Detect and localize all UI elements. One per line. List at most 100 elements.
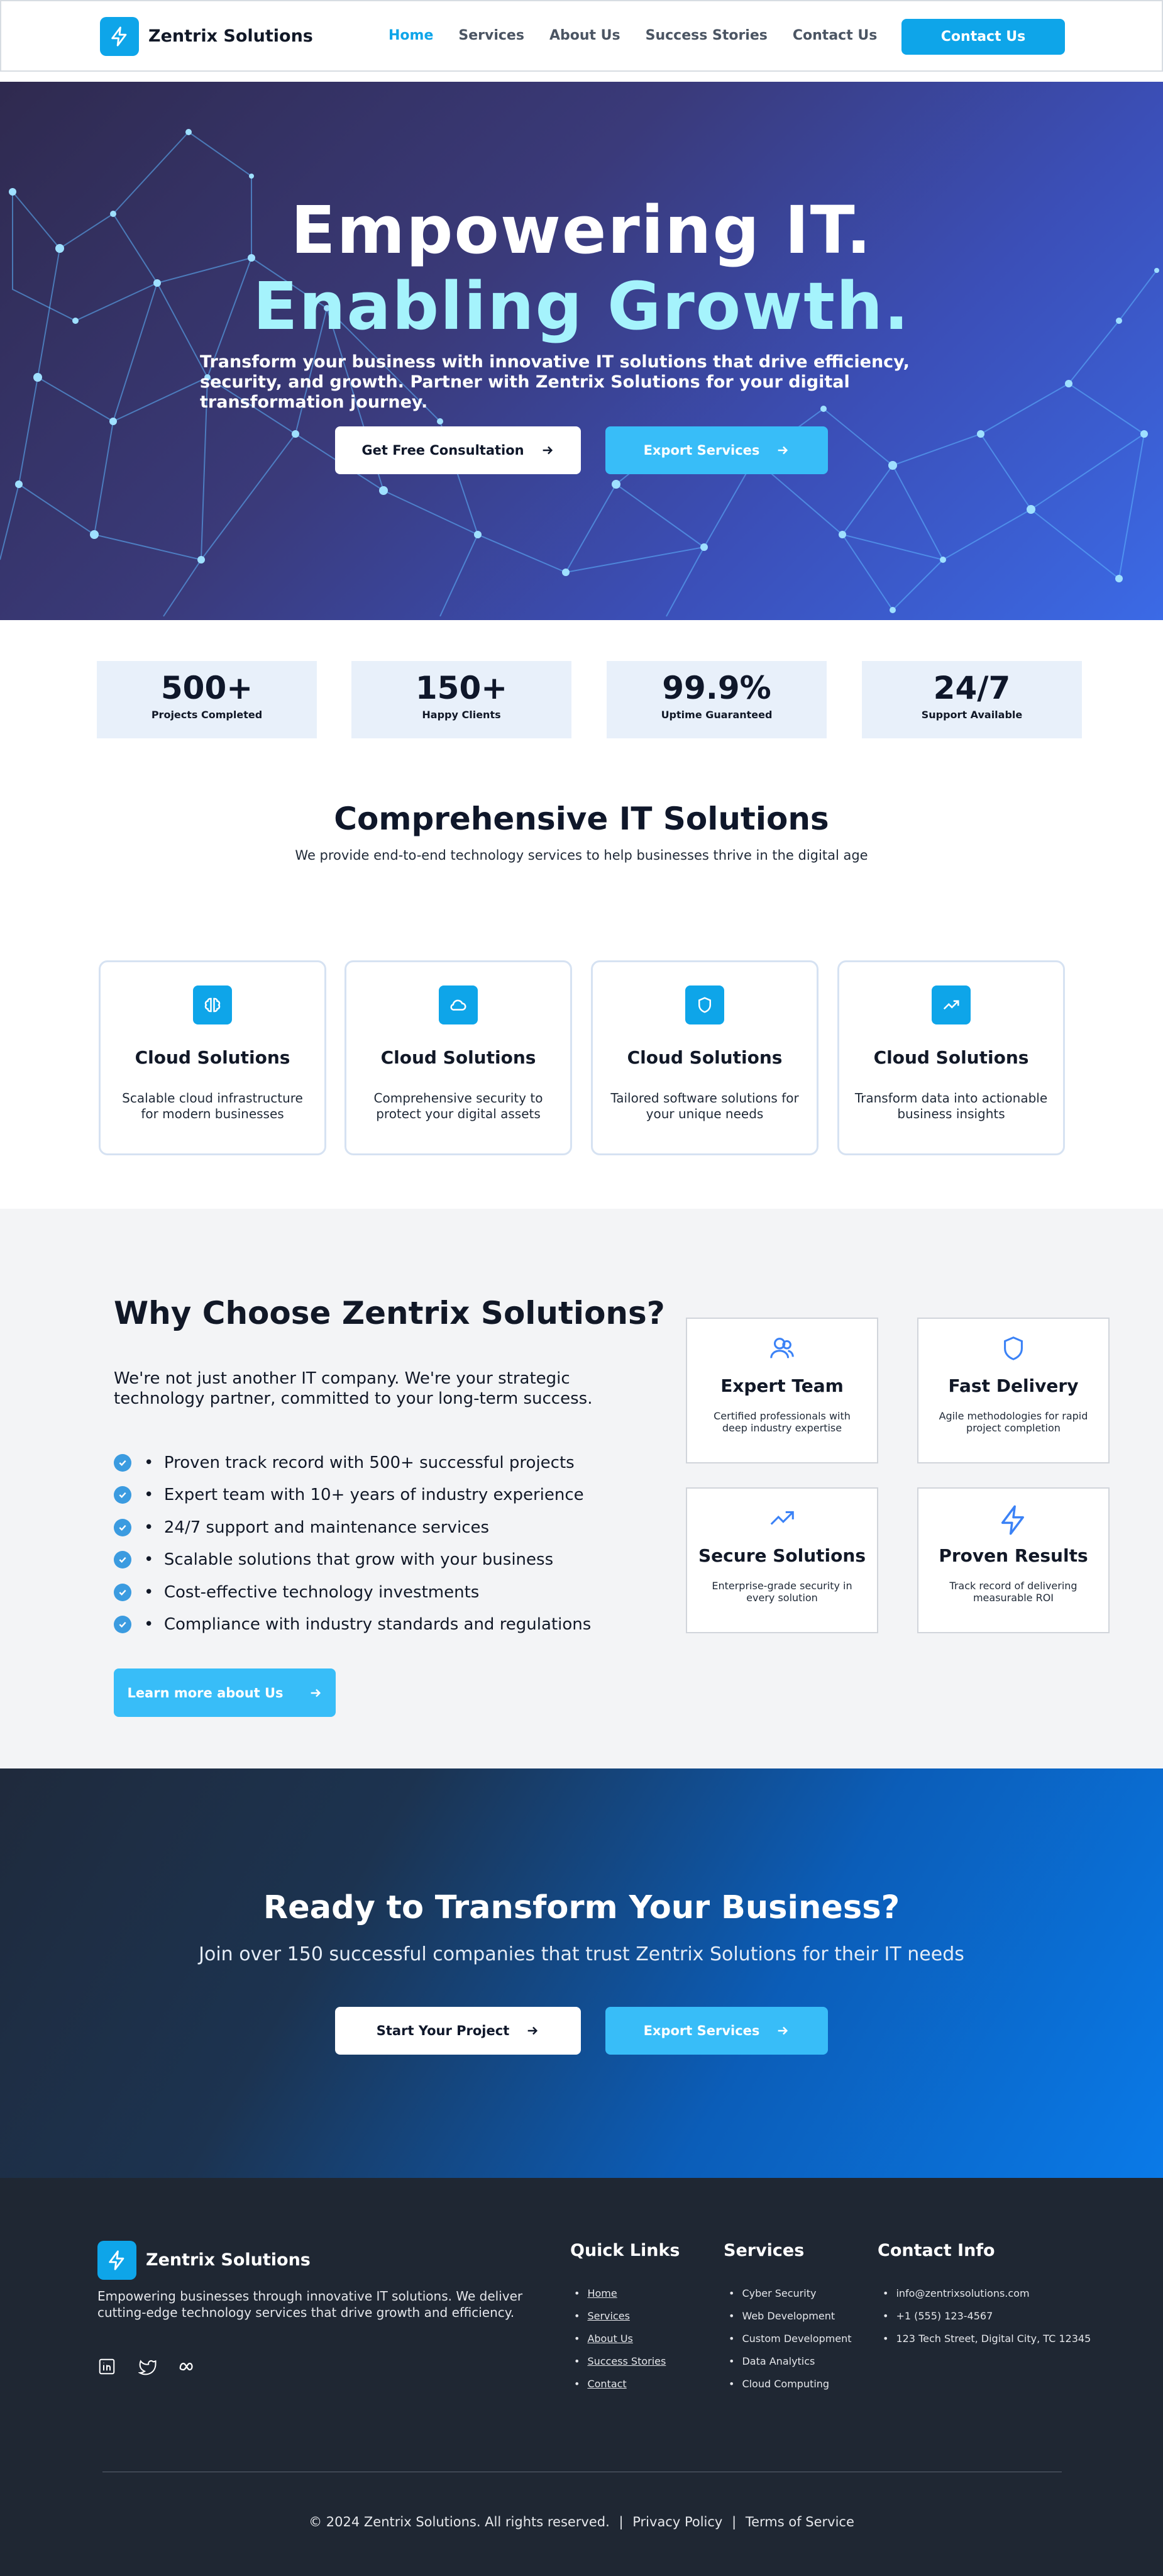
linkedin-icon[interactable] <box>97 2357 116 2376</box>
list-item: Custom Development <box>729 2327 852 2350</box>
footer-logo[interactable] <box>97 2241 136 2280</box>
service-card-title: Cloud Solutions <box>873 1047 1029 1068</box>
get-free-consultation-label: Get Free Consultation <box>361 443 524 458</box>
lightning-icon <box>109 2250 124 2270</box>
list-item: • Compliance with industry standards and… <box>114 1609 591 1641</box>
export-services-button[interactable]: Export Services <box>605 426 828 474</box>
service-card-title: Cloud Solutions <box>135 1047 290 1068</box>
arrow-right-icon <box>543 446 553 455</box>
nav-link-contact[interactable]: Contact Us <box>793 28 877 43</box>
footer-link-label: Services <box>587 2309 630 2322</box>
service-card[interactable]: Cloud Solutions Tailored software soluti… <box>591 960 819 1155</box>
check-icon <box>114 1518 131 1536</box>
shield-icon <box>685 985 724 1024</box>
list-item: Data Analytics <box>729 2350 852 2372</box>
nav-link-success-stories[interactable]: Success Stories <box>646 28 768 43</box>
point-text: Proven track record with 500+ successful… <box>163 1453 575 1472</box>
footer-link-services[interactable]: Services <box>574 2304 666 2327</box>
feature-title: Expert Team <box>720 1375 844 1396</box>
contact-list: info@zentrixsolutions.com +1 (555) 123-4… <box>883 2282 1091 2350</box>
twitter-icon[interactable] <box>138 2357 157 2376</box>
service-card-desc: Tailored software solutions for your uni… <box>610 1091 799 1121</box>
feature-title: Fast Delivery <box>948 1375 1079 1396</box>
feature-title: Proven Results <box>939 1545 1088 1566</box>
service-card[interactable]: Cloud Solutions Scalable cloud infrastru… <box>99 960 326 1155</box>
stat-value: 99.9% <box>662 670 771 706</box>
start-project-label: Start Your Project <box>376 2023 510 2038</box>
nav-link-home[interactable]: Home <box>389 28 433 43</box>
service-card[interactable]: Cloud Solutions Transform data into acti… <box>837 960 1065 1155</box>
footer-brand: Zentrix Solutions <box>146 2250 311 2270</box>
feature-desc: Enterprise-grade security in every solut… <box>712 1580 852 1604</box>
shield-icon <box>1004 1336 1023 1360</box>
terms-of-service-link[interactable]: Terms of Service <box>746 2514 854 2529</box>
service-label: Custom Development <box>742 2332 852 2345</box>
services-col-title: Services <box>724 2241 805 2260</box>
footer-link-label: About Us <box>587 2332 633 2345</box>
stat-label: Uptime Guaranteed <box>661 709 773 721</box>
service-card[interactable]: Cloud Solutions Comprehensive security t… <box>344 960 572 1155</box>
list-item: • Proven track record with 500+ successf… <box>114 1446 591 1479</box>
list-item: Web Development <box>729 2304 852 2327</box>
learn-more-button[interactable]: Learn more about Us <box>114 1668 336 1717</box>
footer-link-success-stories[interactable]: Success Stories <box>574 2350 666 2372</box>
cta-export-services-button[interactable]: Export Services <box>605 2007 828 2055</box>
lightning-icon <box>1001 1505 1024 1535</box>
meta-icon[interactable] <box>178 2357 197 2376</box>
contact-label: +1 (555) 123-4567 <box>896 2309 993 2322</box>
top-navbar: Zentrix Solutions Home Services About Us… <box>0 0 1163 72</box>
why-text: We're not just another IT company. We're… <box>114 1369 593 1408</box>
feature-card-expert-team: Expert Team Certified professionals with… <box>686 1318 878 1463</box>
nav-link-about[interactable]: About Us <box>549 28 620 43</box>
footer-link-about[interactable]: About Us <box>574 2327 666 2350</box>
contact-phone[interactable]: +1 (555) 123-4567 <box>883 2304 1091 2327</box>
stat-support: 24/7 Support Available <box>862 661 1082 738</box>
contact-label: info@zentrixsolutions.com <box>896 2287 1030 2299</box>
contact-us-button[interactable]: Contact Us <box>901 19 1065 55</box>
service-card-desc: Scalable cloud infrastructure for modern… <box>122 1091 303 1121</box>
check-icon <box>114 1616 131 1634</box>
point-text: Cost-effective technology investments <box>163 1582 480 1602</box>
get-free-consultation-button[interactable]: Get Free Consultation <box>335 426 581 474</box>
footer-link-contact[interactable]: Contact <box>574 2372 666 2395</box>
footer-description: Empowering businesses through innovative… <box>97 2289 523 2320</box>
privacy-policy-link[interactable]: Privacy Policy <box>632 2514 722 2529</box>
services-subtitle: We provide end-to-end technology service… <box>295 848 868 863</box>
footer-link-label: Contact <box>587 2377 627 2390</box>
learn-more-label: Learn more about Us <box>127 1685 284 1701</box>
list-item: • Expert team with 10+ years of industry… <box>114 1479 591 1512</box>
stat-label: Happy Clients <box>422 709 501 721</box>
service-label: Cyber Security <box>742 2287 817 2299</box>
feature-card-secure-solutions: Secure Solutions Enterprise-grade securi… <box>686 1487 878 1633</box>
why-title: Why Choose Zentrix Solutions? <box>114 1295 665 1331</box>
footer-link-home[interactable]: Home <box>574 2282 666 2304</box>
feature-card-fast-delivery: Fast Delivery Agile methodologies for ra… <box>917 1318 1110 1463</box>
start-project-button[interactable]: Start Your Project <box>335 2007 581 2055</box>
contact-email[interactable]: info@zentrixsolutions.com <box>883 2282 1091 2304</box>
feature-desc: Agile methodologies for rapid project co… <box>939 1410 1088 1434</box>
feature-desc: Track record of delivering measurable RO… <box>949 1580 1078 1604</box>
footer: Zentrix Solutions Empowering businesses … <box>0 2178 1163 2576</box>
contact-address: 123 Tech Street, Digital City, TC 12345 <box>883 2327 1091 2350</box>
list-item: • 24/7 support and maintenance services <box>114 1511 591 1544</box>
hero-subtitle: Transform your business with innovative … <box>200 352 910 412</box>
why-points-list: • Proven track record with 500+ successf… <box>114 1446 591 1641</box>
check-icon <box>114 1551 131 1569</box>
users-icon <box>770 1338 794 1358</box>
brand-name[interactable]: Zentrix Solutions <box>148 26 313 46</box>
point-text: 24/7 support and maintenance services <box>163 1518 490 1537</box>
stat-value: 500+ <box>160 670 253 706</box>
check-icon <box>114 1583 131 1601</box>
feature-title: Secure Solutions <box>698 1545 866 1566</box>
network-background-image <box>0 129 1159 617</box>
stat-value: 150+ <box>415 670 508 706</box>
stat-projects: 500+ Projects Completed <box>97 661 317 738</box>
service-card-desc: Comprehensive security to protect your d… <box>373 1091 543 1121</box>
nav-link-services[interactable]: Services <box>458 28 524 43</box>
cloud-icon <box>439 985 478 1024</box>
logo[interactable] <box>100 17 139 56</box>
arrow-right-icon <box>778 2026 788 2035</box>
contact-label: 123 Tech Street, Digital City, TC 12345 <box>896 2332 1091 2345</box>
footer-link-label: Home <box>587 2287 617 2299</box>
service-label: Data Analytics <box>742 2355 815 2367</box>
